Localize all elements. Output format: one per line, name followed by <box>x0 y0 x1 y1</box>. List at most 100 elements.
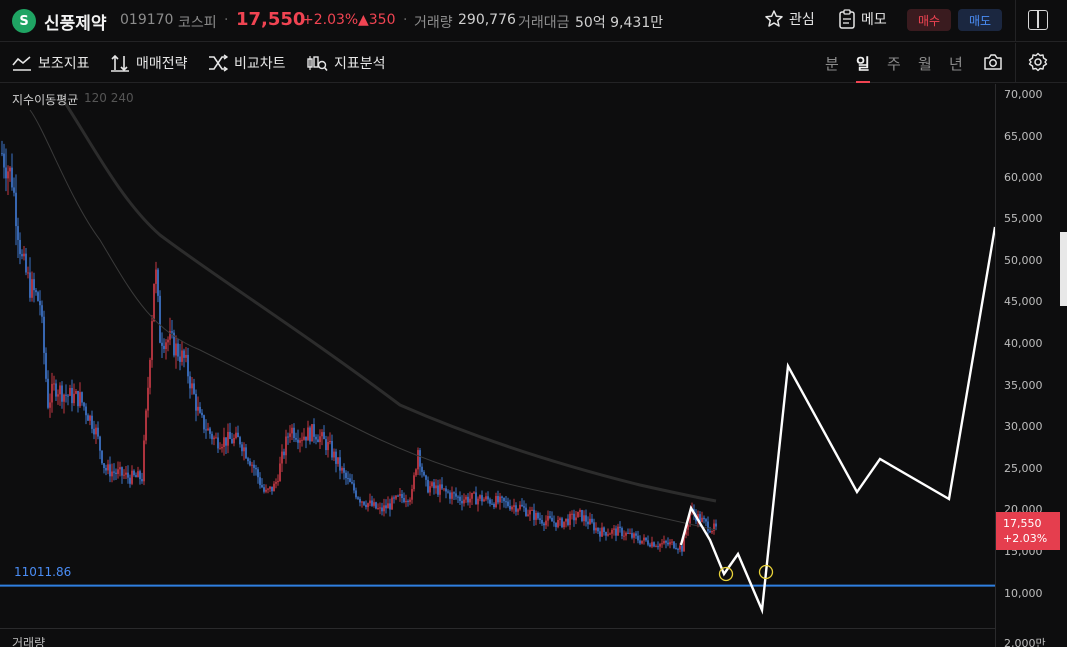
volume-pane-divider[interactable] <box>0 628 995 629</box>
candle-body <box>619 526 621 529</box>
period-day-tab[interactable]: 일 <box>856 53 870 74</box>
candle-body <box>43 316 45 353</box>
candle-body <box>305 436 307 441</box>
candle-body <box>205 429 207 431</box>
volume-label: 거래량 <box>414 15 453 31</box>
candle-body <box>159 295 161 343</box>
candle-body <box>527 514 529 516</box>
candle-body <box>581 510 583 522</box>
side-panel-toggle-icon[interactable] <box>1028 10 1048 30</box>
candle-body <box>659 543 661 547</box>
candle-body <box>657 546 659 548</box>
candle-body <box>307 427 309 441</box>
candle-body <box>579 510 581 512</box>
period-minute-tab[interactable]: 분 <box>825 53 839 74</box>
candle-body <box>19 239 21 255</box>
candle-body <box>35 290 37 293</box>
candle-body <box>267 488 269 490</box>
candle-body <box>337 457 339 464</box>
candle-body <box>285 436 287 456</box>
toolbar-divider <box>1015 43 1016 83</box>
price-chart[interactable] <box>0 84 995 647</box>
period-year-tab[interactable]: 년 <box>949 53 963 74</box>
candle-body <box>63 394 65 402</box>
candle-body <box>127 472 129 478</box>
candle-body <box>651 542 653 547</box>
active-period-indicator <box>856 81 870 83</box>
y-tick-label: 55,000 <box>1004 212 1043 225</box>
candle-body <box>361 501 363 503</box>
candle-body <box>121 467 123 476</box>
candle-body <box>449 492 451 499</box>
memo-button[interactable]: 메모 <box>838 9 887 29</box>
candle-body <box>259 477 261 486</box>
candle-body <box>277 481 279 483</box>
y-tick-label: 45,000 <box>1004 295 1043 308</box>
candle-body <box>181 350 183 362</box>
candle-body <box>151 321 153 360</box>
candle-body <box>569 513 571 525</box>
candle-body <box>655 546 657 548</box>
candle-body <box>129 477 131 484</box>
candle-body <box>467 496 469 503</box>
compare-chart-button[interactable]: 비교차트 <box>208 53 286 73</box>
candle-body <box>573 513 575 521</box>
candle-body <box>417 450 419 470</box>
candle-body <box>349 478 351 482</box>
candle-body <box>429 486 431 493</box>
indicators-label: 보조지표 <box>38 56 90 72</box>
indicators-button[interactable]: 보조지표 <box>12 53 90 73</box>
indicator-analysis-button[interactable]: 지표분석 <box>306 53 386 73</box>
candle-body <box>605 531 607 536</box>
candle-body <box>313 424 315 437</box>
candle-body <box>23 253 25 257</box>
candle-body <box>203 415 205 430</box>
candle-body <box>251 464 253 466</box>
candle-body <box>271 486 273 492</box>
candle-body <box>453 492 455 494</box>
candle-body <box>561 518 563 528</box>
candle-body <box>77 390 79 407</box>
candle-body <box>197 406 199 411</box>
axis-scroll-handle[interactable] <box>1060 232 1067 306</box>
company-logo: S <box>12 9 36 33</box>
sell-button[interactable]: 매도 <box>958 9 1002 31</box>
strategy-button[interactable]: 매매전략 <box>110 53 188 73</box>
candle-body <box>175 343 177 356</box>
candle-body <box>283 451 285 456</box>
camera-icon[interactable] <box>983 53 1003 71</box>
candle-body <box>553 521 555 523</box>
candle-body <box>215 437 217 439</box>
candle-body <box>673 541 675 549</box>
candle-body <box>237 432 239 438</box>
y-axis-border <box>995 84 996 647</box>
candle-body <box>533 509 535 520</box>
candle-body <box>327 442 329 451</box>
stock-code: 019170 <box>120 12 174 28</box>
candle-body <box>353 483 355 491</box>
watchlist-button[interactable]: 관심 <box>764 9 815 29</box>
candle-body <box>91 415 93 429</box>
candle-body <box>179 356 181 362</box>
candle-body <box>57 394 59 397</box>
candle-body <box>109 464 111 477</box>
buy-button[interactable]: 매수 <box>907 9 951 31</box>
candle-body <box>611 529 613 534</box>
candle-body <box>483 499 485 502</box>
ema-legend-label[interactable]: 지수이동평균 <box>12 91 78 108</box>
candle-body <box>597 527 599 532</box>
candle-body <box>311 424 313 442</box>
candle-body <box>487 496 489 500</box>
candle-body <box>369 500 371 504</box>
candle-body <box>329 440 331 443</box>
candle-body <box>99 436 101 451</box>
gear-icon[interactable] <box>1028 52 1048 72</box>
candle-body <box>229 431 231 439</box>
candle-body <box>411 489 413 500</box>
period-month-tab[interactable]: 월 <box>918 53 932 74</box>
candle-body <box>531 509 533 511</box>
stock-name[interactable]: 신풍제약 <box>44 9 107 34</box>
candle-body <box>439 484 441 495</box>
period-week-tab[interactable]: 주 <box>887 53 901 74</box>
candle-body <box>625 532 627 536</box>
